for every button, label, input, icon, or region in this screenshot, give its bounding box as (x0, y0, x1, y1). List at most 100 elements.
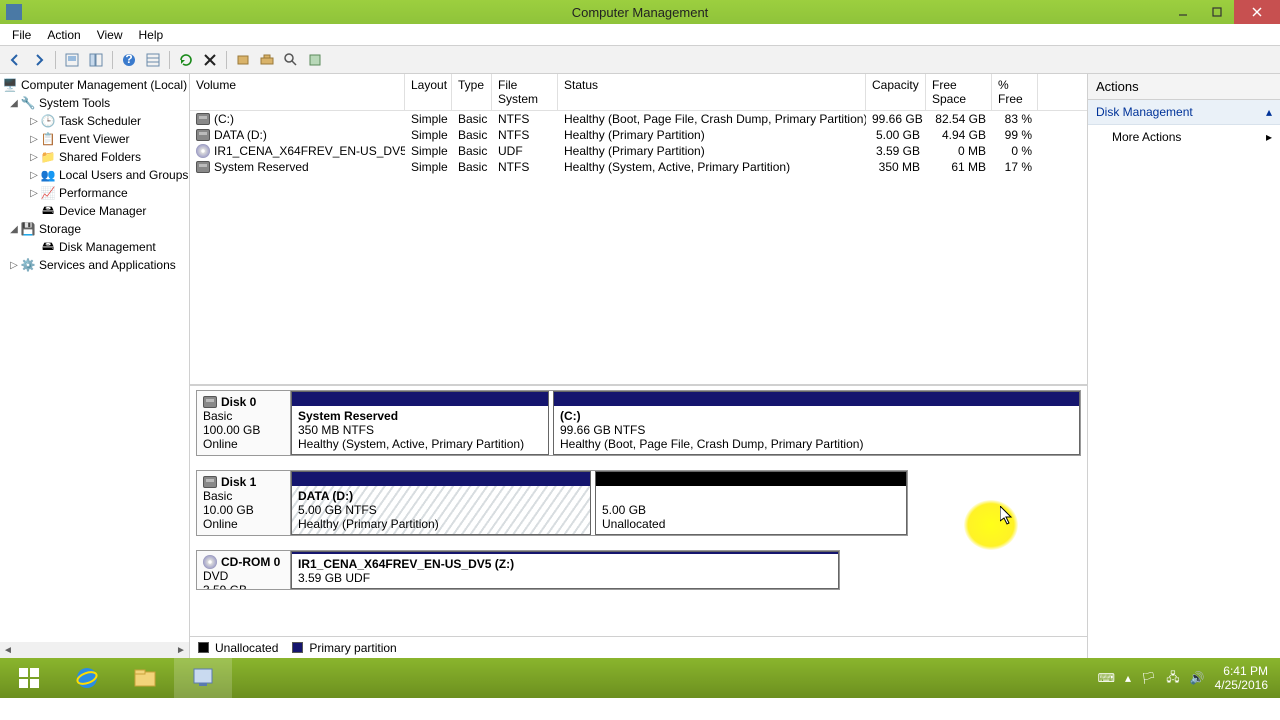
disk1-state: Online (203, 517, 284, 531)
col-free[interactable]: Free Space (926, 74, 992, 110)
cd0-name: CD-ROM 0 (221, 555, 280, 569)
tray-up-icon[interactable]: ▴ (1125, 671, 1131, 685)
maximize-button[interactable] (1200, 0, 1234, 24)
minimize-button[interactable] (1166, 0, 1200, 24)
vol-pct: 83 % (992, 111, 1038, 127)
back-button[interactable] (4, 49, 26, 71)
close-button[interactable] (1234, 0, 1280, 24)
tree-storage[interactable]: ◢💾Storage (0, 220, 189, 238)
tree-hscroll[interactable]: ◄► (0, 642, 189, 658)
help-button[interactable]: ? (118, 49, 140, 71)
col-layout[interactable]: Layout (405, 74, 452, 110)
menu-view[interactable]: View (89, 26, 131, 44)
volume-row[interactable]: System ReservedSimpleBasicNTFSHealthy (S… (190, 159, 1087, 175)
expand-icon[interactable]: ▷ (8, 260, 20, 271)
disk0-type: Basic (203, 409, 284, 423)
volume-row[interactable]: DATA (D:)SimpleBasicNTFSHealthy (Primary… (190, 127, 1087, 143)
col-status[interactable]: Status (558, 74, 866, 110)
collapse-icon[interactable]: ◢ (8, 98, 20, 109)
expand-icon[interactable]: ▷ (28, 152, 40, 163)
vol-fs: NTFS (492, 111, 558, 127)
expand-icon[interactable]: ▷ (28, 188, 40, 199)
vol-type: Basic (452, 111, 492, 127)
part-status: Healthy (Primary Partition) (298, 517, 584, 531)
vol-layout: Simple (405, 143, 452, 159)
disk1-unallocated[interactable]: 5.00 GB Unallocated (595, 471, 907, 535)
col-type[interactable]: Type (452, 74, 492, 110)
tree-shared-folders[interactable]: ▷📁Shared Folders (0, 148, 189, 166)
tool-icon-2[interactable] (256, 49, 278, 71)
tree-event-viewer[interactable]: ▷📋Event Viewer (0, 130, 189, 148)
vol-pct: 0 % (992, 143, 1038, 159)
users-icon: 👥 (40, 167, 56, 183)
cd0-info[interactable]: CD-ROM 0 DVD 3.59 GB (197, 551, 291, 589)
disk1-name: Disk 1 (221, 475, 256, 489)
vol-status: Healthy (Primary Partition) (558, 143, 866, 159)
vol-status: Healthy (Primary Partition) (558, 127, 866, 143)
systray-clock[interactable]: 6:41 PM 4/25/2016 (1215, 664, 1268, 692)
tray-flag-icon[interactable]: 🏳 (1141, 671, 1156, 685)
vol-name: IR1_CENA_X64FREV_EN-US_DV5 (Z:) (214, 144, 405, 158)
disk0-part-c[interactable]: (C:) 99.66 GB NTFS Healthy (Boot, Page F… (553, 391, 1080, 455)
menu-file[interactable]: File (4, 26, 39, 44)
tray-network-icon[interactable]: 🖧 (1166, 668, 1179, 689)
expand-icon[interactable]: ▷ (28, 134, 40, 145)
col-pct[interactable]: % Free (992, 74, 1038, 110)
menu-action[interactable]: Action (39, 26, 88, 44)
tree-services[interactable]: ▷⚙️Services and Applications (0, 256, 189, 274)
tool-icon-3[interactable] (280, 49, 302, 71)
refresh-icon[interactable] (175, 49, 197, 71)
disk0-state: Online (203, 437, 284, 451)
actions-more[interactable]: More Actions▸ (1088, 125, 1280, 149)
disk1-info[interactable]: Disk 1 Basic 10.00 GB Online (197, 471, 291, 535)
expand-icon[interactable]: ▷ (28, 116, 40, 127)
vol-capacity: 3.59 GB (866, 143, 926, 159)
tree-task-scheduler[interactable]: ▷🕒Task Scheduler (0, 112, 189, 130)
tree-system-tools[interactable]: ◢🔧System Tools (0, 94, 189, 112)
vol-pct: 99 % (992, 127, 1038, 143)
taskbar-explorer[interactable] (116, 658, 174, 698)
col-volume[interactable]: Volume (190, 74, 405, 110)
legend-primary: Primary partition (292, 641, 396, 655)
folder-share-icon: 📁 (40, 149, 56, 165)
part-title: (C:) (560, 409, 1073, 423)
expand-icon[interactable]: ▷ (28, 170, 40, 181)
actions-group-diskmgmt[interactable]: Disk Management▴ (1088, 100, 1280, 125)
delete-icon[interactable] (199, 49, 221, 71)
menu-help[interactable]: Help (131, 26, 172, 44)
taskbar-ie[interactable] (58, 658, 116, 698)
tray-volume-icon[interactable]: 🔊 (1190, 671, 1205, 685)
forward-button[interactable] (28, 49, 50, 71)
tree-local-users[interactable]: ▷👥Local Users and Groups (0, 166, 189, 184)
tool-icon-1[interactable] (232, 49, 254, 71)
start-button[interactable] (0, 658, 58, 698)
tree-root[interactable]: 🖥️Computer Management (Local) (0, 76, 189, 94)
vol-layout: Simple (405, 111, 452, 127)
cd0-part[interactable]: IR1_CENA_X64FREV_EN-US_DV5 (Z:) 3.59 GB … (291, 551, 839, 589)
tree-disk-management[interactable]: 🖴Disk Management (0, 238, 189, 256)
tree-performance[interactable]: ▷📈Performance (0, 184, 189, 202)
tree-label: Event Viewer (59, 132, 129, 146)
vol-free: 61 MB (926, 159, 992, 175)
tree-device-manager[interactable]: 🖴Device Manager (0, 202, 189, 220)
taskbar-compmgmt[interactable] (174, 658, 232, 698)
volume-row[interactable]: (C:)SimpleBasicNTFSHealthy (Boot, Page F… (190, 111, 1087, 127)
systray[interactable]: ⌨ ▴ 🏳 🖧 🔊 6:41 PM 4/25/2016 (1086, 664, 1280, 692)
col-capacity[interactable]: Capacity (866, 74, 926, 110)
col-fs[interactable]: File System (492, 74, 558, 110)
disk0-part-system-reserved[interactable]: System Reserved 350 MB NTFS Healthy (Sys… (291, 391, 549, 455)
show-hide-button[interactable] (85, 49, 107, 71)
settings-button[interactable] (142, 49, 164, 71)
disk1-part-data[interactable]: DATA (D:) 5.00 GB NTFS Healthy (Primary … (291, 471, 591, 535)
tray-keyboard-icon[interactable]: ⌨ (1098, 671, 1115, 685)
vol-fs: UDF (492, 143, 558, 159)
collapse-icon[interactable]: ◢ (8, 224, 20, 235)
tool-icon-4[interactable] (304, 49, 326, 71)
volume-row[interactable]: IR1_CENA_X64FREV_EN-US_DV5 (Z:)SimpleBas… (190, 143, 1087, 159)
legend-swatch-blue (292, 642, 303, 653)
vol-layout: Simple (405, 159, 452, 175)
disk0-info[interactable]: Disk 0 Basic 100.00 GB Online (197, 391, 291, 455)
storage-icon: 💾 (20, 221, 36, 237)
event-icon: 📋 (40, 131, 56, 147)
up-button[interactable] (61, 49, 83, 71)
